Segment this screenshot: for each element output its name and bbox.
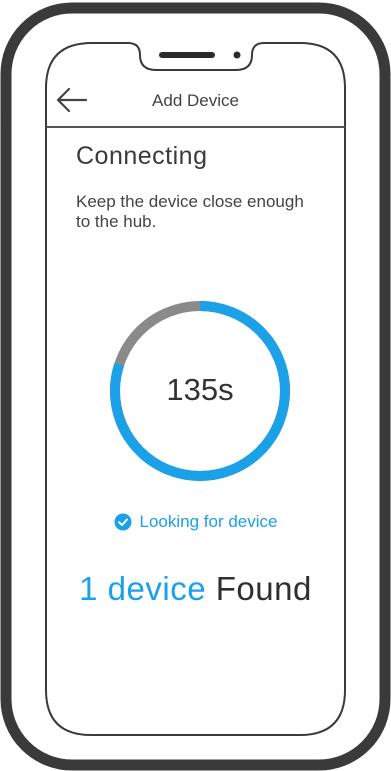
devices-found: 1 device Found <box>0 570 391 608</box>
found-count: 1 device <box>79 570 207 607</box>
check-circle-icon <box>114 513 131 531</box>
countdown-value: 135s <box>166 372 234 407</box>
status-text: Looking for device <box>139 512 278 531</box>
found-label: Found <box>215 570 312 607</box>
search-status: Looking for device <box>0 512 391 536</box>
